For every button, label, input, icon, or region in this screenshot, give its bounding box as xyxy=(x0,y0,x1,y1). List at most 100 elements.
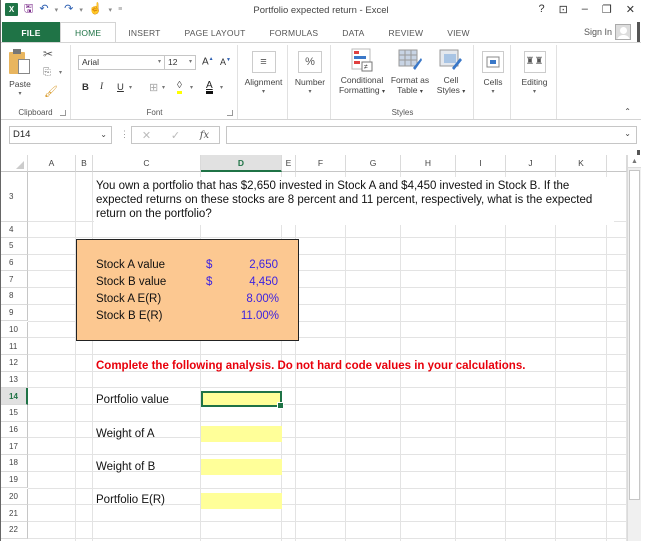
font-name-select[interactable]: Arial ▾ xyxy=(78,55,165,70)
column-header-j[interactable]: J xyxy=(506,155,556,172)
row-header-19[interactable]: 19 xyxy=(1,471,28,489)
copy-dropdown-icon[interactable]: ▾ xyxy=(59,69,62,76)
row-header-4[interactable]: 4 xyxy=(1,222,28,238)
ribbon-display-options-icon[interactable]: ⊡ xyxy=(559,3,568,16)
row-header-16[interactable]: 16 xyxy=(1,421,28,439)
editing-button[interactable]: ♜♜ Editing ▾ xyxy=(514,51,555,97)
column-header-g[interactable]: G xyxy=(346,155,401,172)
underline-button[interactable]: U xyxy=(117,82,124,93)
borders-dropdown-icon[interactable]: ▾ xyxy=(162,84,165,91)
row-header-14[interactable]: 14 xyxy=(1,388,28,405)
cut-icon[interactable]: ✂ xyxy=(43,47,53,61)
scrollbar-thumb[interactable] xyxy=(629,170,640,500)
tab-review[interactable]: REVIEW xyxy=(377,23,436,43)
collapse-ribbon-icon[interactable]: ⌃ xyxy=(624,107,631,116)
row-header-5[interactable]: 5 xyxy=(1,238,28,255)
row-header-11[interactable]: 11 xyxy=(1,338,28,355)
editing-dropdown-icon[interactable]: ▾ xyxy=(514,87,555,97)
tab-home[interactable]: HOME xyxy=(60,22,117,43)
portfolio-er-cell[interactable] xyxy=(201,493,282,509)
font-size-select[interactable]: 12 ▾ xyxy=(164,55,196,70)
analysis-label[interactable]: Portfolio value xyxy=(96,394,169,406)
select-all-button[interactable] xyxy=(1,155,28,172)
grow-font-button[interactable]: A▲ xyxy=(202,56,214,67)
portfolio-value-cell[interactable] xyxy=(201,391,284,409)
tab-page-layout[interactable]: PAGE LAYOUT xyxy=(173,23,258,43)
expand-formula-bar-icon[interactable]: ⌄ xyxy=(624,129,631,138)
weight-b-cell[interactable] xyxy=(201,459,282,475)
font-launcher-icon[interactable] xyxy=(227,110,233,116)
paste-button[interactable]: Paste ▾ xyxy=(7,49,33,99)
name-box[interactable]: D14 ⌄ xyxy=(9,126,112,144)
shrink-font-button[interactable]: A▼ xyxy=(220,57,231,67)
row-header-22[interactable]: 22 xyxy=(1,521,28,539)
tab-formulas[interactable]: FORMULAS xyxy=(257,23,330,43)
row-header-21[interactable]: 21 xyxy=(1,505,28,522)
input-value[interactable]: 2,650 xyxy=(249,259,278,271)
column-header-f[interactable]: F xyxy=(296,155,346,172)
row-header-17[interactable]: 17 xyxy=(1,438,28,456)
bold-button[interactable]: B xyxy=(82,82,89,93)
minimize-icon[interactable]: – xyxy=(582,3,588,16)
column-header-b[interactable]: B xyxy=(76,155,93,172)
borders-icon[interactable]: ⊞ xyxy=(149,81,158,94)
row-header-8[interactable]: 8 xyxy=(1,288,28,305)
analysis-label[interactable]: Portfolio E(R) xyxy=(96,494,165,506)
row-header-6[interactable]: 6 xyxy=(1,254,28,272)
alignment-dropdown-icon[interactable]: ▾ xyxy=(240,87,287,97)
insert-function-icon[interactable]: fx xyxy=(200,130,209,141)
tab-file[interactable]: FILE xyxy=(2,22,60,43)
analysis-label[interactable]: Weight of B xyxy=(96,461,155,473)
row-header-13[interactable]: 13 xyxy=(1,371,28,389)
input-value[interactable]: 8.00% xyxy=(246,293,279,305)
row-header-12[interactable]: 12 xyxy=(1,354,28,372)
copy-icon[interactable]: ⎘ xyxy=(43,67,51,78)
vertical-scrollbar[interactable]: ▲ xyxy=(627,155,641,541)
row-header-10[interactable]: 10 xyxy=(1,321,28,339)
formula-input[interactable]: ⌄ xyxy=(226,126,637,144)
input-label[interactable]: Stock B E(R) xyxy=(96,310,162,322)
cell-styles-button[interactable]: Cell Styles ▾ xyxy=(432,48,470,97)
input-label[interactable]: Stock A value xyxy=(96,259,165,271)
confirm-entry-icon[interactable]: ✓ xyxy=(171,129,180,142)
analysis-label[interactable]: Weight of A xyxy=(96,428,155,440)
column-header-k[interactable]: K xyxy=(556,155,607,172)
conditional-formatting-button[interactable]: ≠ Conditional Formatting ▾ xyxy=(336,48,388,97)
cells-button[interactable]: Cells ▾ xyxy=(477,51,509,97)
input-label[interactable]: Stock B value xyxy=(96,276,166,288)
row-header-9[interactable]: 9 xyxy=(1,304,28,322)
column-header-h[interactable]: H xyxy=(401,155,456,172)
underline-dropdown-icon[interactable]: ▾ xyxy=(129,84,132,91)
row-header-20[interactable]: 20 xyxy=(1,488,28,506)
tab-data[interactable]: DATA xyxy=(330,23,376,43)
formula-bar-resize-handle[interactable]: ⋮ xyxy=(120,129,129,140)
column-header-e[interactable]: E xyxy=(282,155,296,172)
cells-dropdown-icon[interactable]: ▾ xyxy=(477,87,509,97)
column-header-i[interactable]: I xyxy=(456,155,506,172)
user-avatar-icon[interactable] xyxy=(615,24,631,40)
column-header-l[interactable] xyxy=(607,155,627,172)
fill-color-icon[interactable]: ◊ xyxy=(177,80,182,94)
clipboard-launcher-icon[interactable] xyxy=(60,110,66,116)
tab-view[interactable]: VIEW xyxy=(435,23,482,43)
sign-in[interactable]: Sign In xyxy=(584,24,631,40)
worksheet-grid[interactable]: A B C D E F G H I J K 3 4 5 6 7 8 9 10 11 12 13 14 1… xyxy=(1,150,641,541)
column-header-d[interactable]: D xyxy=(201,155,282,172)
italic-button[interactable]: I xyxy=(100,82,103,92)
tab-insert[interactable]: INSERT xyxy=(116,23,172,43)
row-header-7[interactable]: 7 xyxy=(1,271,28,289)
font-name-dropdown-icon[interactable]: ▾ xyxy=(158,56,161,69)
input-value[interactable]: 4,450 xyxy=(249,276,278,288)
sign-in-label[interactable]: Sign In xyxy=(584,27,612,37)
font-color-icon[interactable]: A xyxy=(206,80,213,94)
number-button[interactable]: % Number ▾ xyxy=(290,51,330,97)
paste-dropdown-icon[interactable]: ▾ xyxy=(7,89,33,99)
input-value[interactable]: 11.00% xyxy=(241,310,279,322)
help-icon[interactable]: ? xyxy=(538,3,544,16)
row-header-15[interactable]: 15 xyxy=(1,405,28,422)
font-size-dropdown-icon[interactable]: ▾ xyxy=(189,56,192,69)
number-dropdown-icon[interactable]: ▾ xyxy=(290,87,330,97)
restore-icon[interactable]: ❐ xyxy=(602,3,612,16)
close-icon[interactable]: ✕ xyxy=(626,3,635,16)
scroll-up-icon[interactable]: ▲ xyxy=(628,155,641,168)
